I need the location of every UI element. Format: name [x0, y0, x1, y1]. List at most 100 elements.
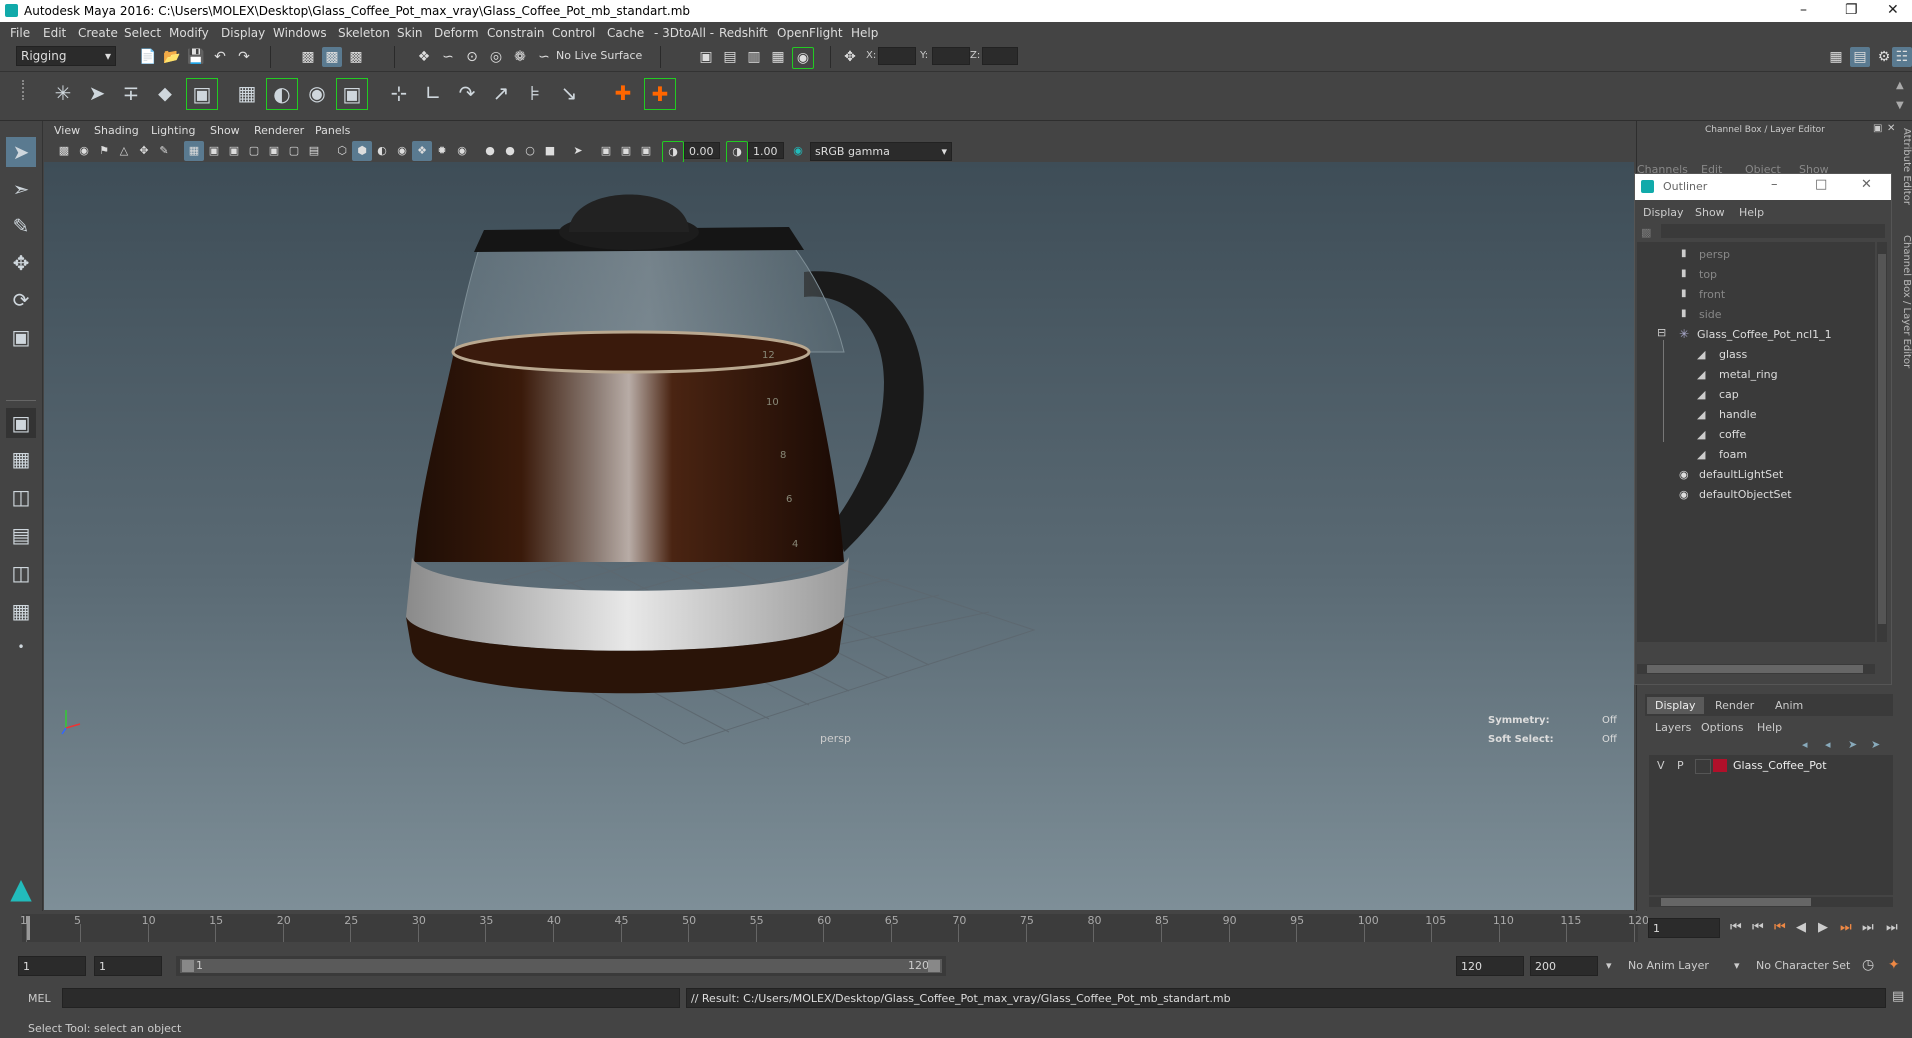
gamma-icon[interactable]: ◑ [726, 141, 748, 163]
layer-visibility-toggle[interactable]: V [1657, 759, 1665, 772]
playback-start-field[interactable]: 1 [94, 956, 162, 976]
save-scene-icon[interactable]: 💾 [186, 47, 206, 67]
outliner-item-top[interactable]: top [1699, 268, 1717, 281]
float-panel-icon[interactable]: ▣ [1873, 123, 1882, 134]
live-surface-label[interactable]: No Live Surface [556, 49, 642, 62]
move-layer-up-icon[interactable]: ◂ [1802, 738, 1808, 751]
chevron-down-icon[interactable]: ▾ [1606, 959, 1612, 972]
lasso-tool-icon[interactable]: ➣ [6, 174, 36, 204]
select-object-icon[interactable]: ▩ [322, 47, 342, 67]
filter-icon[interactable]: ▩ [1641, 226, 1651, 239]
outliner-item-group[interactable]: Glass_Coffee_Pot_ncl1_1 [1697, 328, 1832, 341]
command-input[interactable] [62, 988, 680, 1008]
ambient-occlusion-icon[interactable]: ● [480, 141, 500, 161]
outliner-item-persp[interactable]: persp [1699, 248, 1730, 261]
menu-select[interactable]: Select [124, 26, 161, 40]
undo-icon[interactable]: ↶ [210, 47, 230, 67]
script-editor-icon[interactable]: ▤ [1892, 989, 1904, 1004]
range-start-handle[interactable] [182, 960, 194, 972]
panel-menu-show[interactable]: Show [210, 124, 240, 137]
outliner-item-default-object-set[interactable]: defaultObjectSet [1699, 488, 1792, 501]
menu-skin[interactable]: Skin [397, 26, 423, 40]
xray-icon[interactable]: ◉ [452, 141, 472, 161]
image-plane-icon[interactable]: △ [114, 141, 134, 161]
outliner-item-cap[interactable]: cap [1719, 388, 1739, 401]
anim-layer-label[interactable]: No Anim Layer [1628, 959, 1709, 972]
shadows-icon[interactable]: ✹ [432, 141, 452, 161]
field-chart-icon[interactable]: ▣ [264, 141, 284, 161]
y-field[interactable] [932, 47, 970, 65]
isolate-select-icon[interactable]: ➤ [568, 141, 588, 161]
outliner-close-button[interactable]: ✕ [1861, 177, 1872, 192]
move-tool-icon[interactable]: ✥ [6, 248, 36, 278]
layer-playback-toggle[interactable]: P [1677, 759, 1684, 772]
scene-start-field[interactable]: 1 [18, 956, 86, 976]
snap-grid-icon[interactable]: ❖ [414, 47, 434, 67]
attribute-editor-toggle-icon[interactable]: ☷ [1892, 47, 1912, 67]
hud-icon[interactable]: ▣ [636, 141, 656, 161]
channel-box-tab[interactable]: Channel Box / Layer Editor [1896, 235, 1912, 375]
menu-create[interactable]: Create [78, 26, 118, 40]
modeling-toolkit-icon[interactable]: ▦ [1826, 47, 1846, 67]
outliner-item-coffe[interactable]: coffe [1719, 428, 1746, 441]
mirror-joint-icon[interactable]: ▣ [186, 78, 218, 110]
textured-icon[interactable]: ◉ [392, 141, 412, 161]
four-pane-layout-icon[interactable]: ▦ [6, 444, 36, 474]
outliner-search-input[interactable] [1661, 224, 1885, 238]
more-layouts-icon[interactable]: • [6, 632, 36, 662]
snap-magnet-icon[interactable]: ∽ [534, 47, 554, 67]
grease-pencil-icon[interactable]: ✎ [154, 141, 174, 161]
select-hierarchy-icon[interactable]: ▩ [298, 47, 318, 67]
hypershade-icon[interactable]: ◉ [792, 47, 814, 69]
script-language-button[interactable]: MEL [28, 992, 51, 1005]
use-all-lights-icon[interactable]: ❖ [412, 141, 432, 161]
restore-button[interactable]: ❐ [1845, 2, 1858, 18]
shelf-scroll-up-icon[interactable]: ▲ [1896, 80, 1904, 91]
bind-skin-icon[interactable]: ▦ [232, 78, 262, 108]
menu-skeleton[interactable]: Skeleton [338, 26, 390, 40]
menu-windows[interactable]: Windows [273, 26, 327, 40]
insert-joint-icon[interactable]: ⬥ [150, 78, 180, 108]
layer-scrollbar-thumb[interactable] [1661, 898, 1811, 906]
layer-scrollbar[interactable] [1649, 897, 1893, 907]
menu-display[interactable]: Display [221, 26, 265, 40]
outliner-item-glass[interactable]: glass [1719, 348, 1747, 361]
outliner-menu-show[interactable]: Show [1695, 206, 1725, 219]
channel-box-toggle-icon[interactable]: ▤ [1850, 47, 1870, 67]
layer-color-swatch[interactable] [1713, 759, 1727, 772]
outliner-item-metal-ring[interactable]: metal_ring [1719, 368, 1778, 381]
layer-menu-layers[interactable]: Layers [1655, 721, 1691, 734]
step-back-icon[interactable]: ⏮ [1752, 920, 1764, 935]
menu-constrain[interactable]: Constrain [487, 26, 545, 40]
gamma-field[interactable]: 1.00 [748, 142, 784, 159]
auto-key-icon[interactable]: ◷ [1862, 957, 1874, 973]
range-bar[interactable]: 1 120 [176, 956, 946, 976]
new-empty-layer-icon[interactable]: ➤ [1848, 738, 1857, 751]
layer-tab-display[interactable]: Display [1647, 697, 1704, 714]
exposure-field[interactable]: 0.00 [684, 142, 720, 159]
resolution-gate-icon[interactable]: ▣ [224, 141, 244, 161]
xray-components-icon[interactable]: ▣ [616, 141, 636, 161]
anim-preferences-icon[interactable]: ✦ [1888, 957, 1900, 973]
paint-weights-icon[interactable]: ◉ [302, 78, 332, 108]
range-end-handle[interactable] [928, 960, 940, 972]
open-scene-icon[interactable]: 📂 [162, 47, 182, 67]
aim-constraint-icon[interactable]: ∟ [418, 78, 448, 108]
camera-attributes-icon[interactable]: ◉ [74, 141, 94, 161]
go-to-start-icon[interactable]: ⏮ [1730, 920, 1742, 935]
two-pane-layout-icon[interactable]: ◫ [6, 482, 36, 512]
menu-modify[interactable]: Modify [169, 26, 209, 40]
paint-select-icon[interactable]: ✎ [6, 211, 36, 241]
outliner-menu-help[interactable]: Help [1739, 206, 1764, 219]
layer-name[interactable]: Glass_Coffee_Pot [1733, 759, 1827, 772]
minimize-button[interactable]: – [1800, 2, 1807, 18]
camera-select-icon[interactable]: ▩ [54, 141, 74, 161]
outliner-item-default-light-set[interactable]: defaultLightSet [1699, 468, 1783, 481]
time-slider[interactable]: 1 5 10 15 20 25 30 35 40 45 50 55 60 65 70 75 80 85 90 95 10… [0, 912, 1912, 948]
select-component-icon[interactable]: ▩ [346, 47, 366, 67]
menu-deform[interactable]: Deform [434, 26, 479, 40]
chevron-down-icon[interactable]: ▾ [1734, 959, 1740, 972]
ik-spline-icon[interactable]: ∓ [116, 78, 146, 108]
menu-control[interactable]: Control [552, 26, 595, 40]
shelf-handle[interactable] [22, 80, 28, 100]
